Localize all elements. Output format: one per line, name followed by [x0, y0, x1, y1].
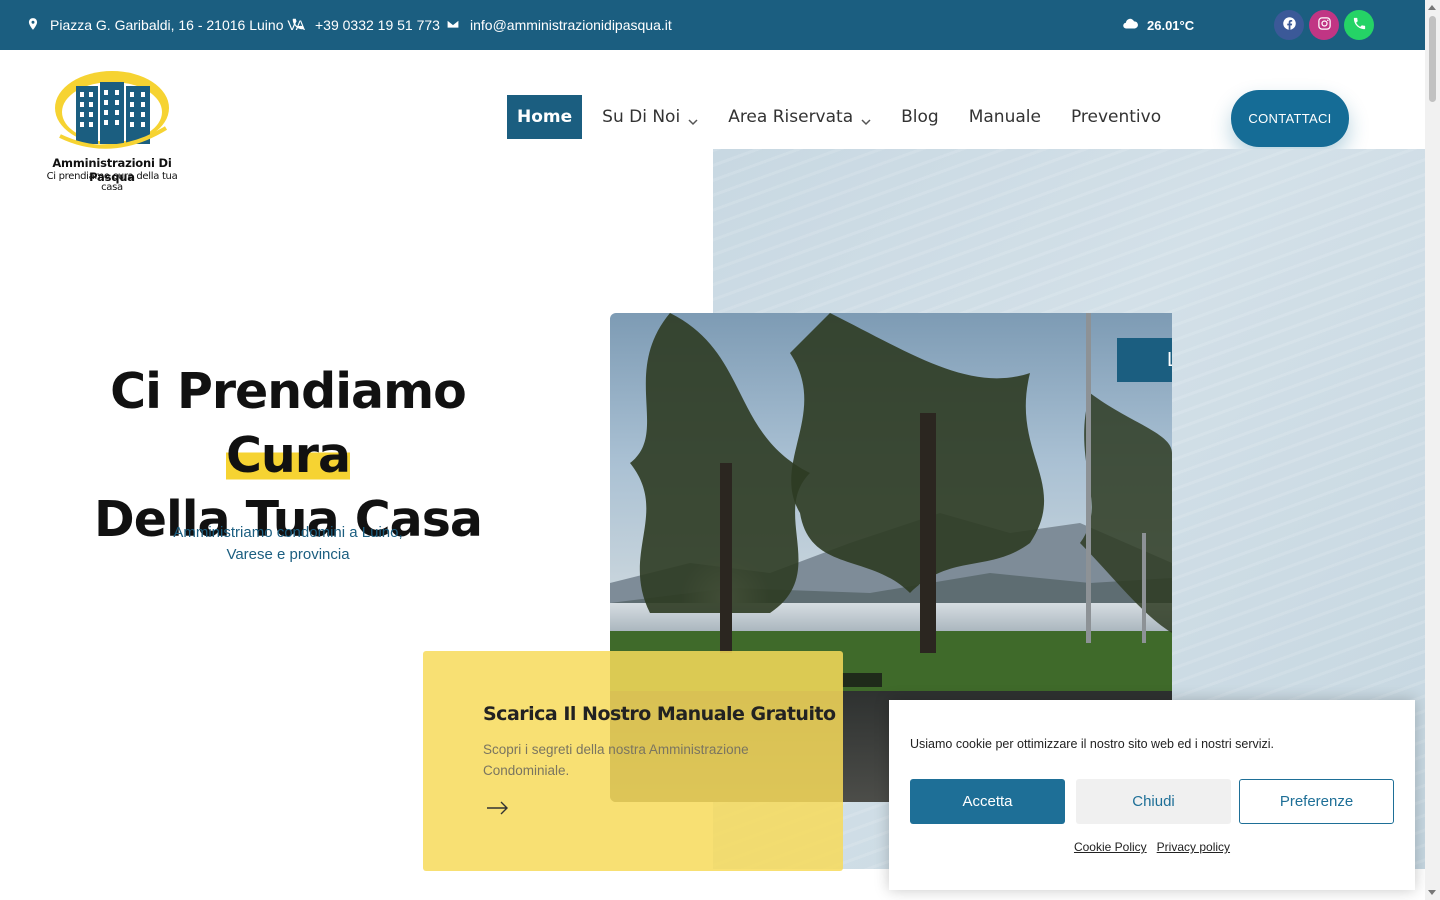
- cookie-message: Usiamo cookie per ottimizzare il nostro …: [910, 737, 1275, 751]
- manual-card-title: Scarica Il Nostro Manuale Gratuito: [483, 703, 836, 725]
- instagram-button[interactable]: [1309, 10, 1339, 40]
- site-logo[interactable]: Amministrazioni Di Pasqua Ci prendiamo c…: [40, 66, 184, 193]
- logo-tagline: Ci prendiamo cura della tua casa: [46, 171, 178, 193]
- nav-label: Su Di Noi: [602, 107, 681, 127]
- slider-tab-label: L: [1167, 349, 1172, 372]
- email-text: info@amministrazionidipasqua.it: [470, 17, 672, 33]
- nav-item-home[interactable]: Home: [507, 95, 583, 139]
- nav-item-su-di-noi[interactable]: Su Di Noi: [592, 95, 708, 139]
- phone-text: +39 0332 19 51 773: [315, 17, 440, 33]
- manual-card[interactable]: Scarica Il Nostro Manuale Gratuito Scopr…: [423, 651, 843, 871]
- scroll-up-arrow-icon[interactable]: [1428, 5, 1436, 10]
- nav-item-preventivo[interactable]: Preventivo: [1061, 95, 1171, 139]
- nav-label: Blog: [901, 107, 939, 127]
- facebook-icon: [1282, 16, 1297, 34]
- address-text: Piazza G. Garibaldi, 16 - 21016 Luino VA: [50, 17, 306, 33]
- cookie-banner: Usiamo cookie per ottimizzare il nostro …: [889, 700, 1415, 890]
- hero-subtitle: Amministriamo condomini a Luino, Varese …: [173, 524, 403, 563]
- chevron-down-icon: [688, 112, 698, 126]
- facebook-button[interactable]: [1274, 10, 1304, 40]
- scrollbar-thumb[interactable]: [1429, 16, 1436, 102]
- main-nav: Home Su Di Noi Area Riservata Blog Manua…: [507, 95, 1181, 139]
- top-bar: Piazza G. Garibaldi, 16 - 21016 Luino VA…: [0, 0, 1440, 50]
- nav-label: Home: [517, 107, 573, 127]
- email-link[interactable]: info@amministrazionidipasqua.it: [446, 0, 672, 50]
- chevron-down-icon: [861, 112, 871, 126]
- address-info: Piazza G. Garibaldi, 16 - 21016 Luino VA: [26, 0, 305, 50]
- phone-icon: [1352, 16, 1367, 34]
- nav-label: Area Riservata: [728, 107, 854, 127]
- envelope-icon: [446, 17, 460, 34]
- cloud-icon: [1122, 15, 1139, 35]
- phone-link[interactable]: +39 0332 19 51 773: [291, 0, 440, 50]
- nav-item-blog[interactable]: Blog: [891, 95, 949, 139]
- accept-cookies-button[interactable]: Accetta: [910, 779, 1065, 824]
- cookie-policy-link[interactable]: Cookie Policy: [1074, 840, 1147, 854]
- whatsapp-button[interactable]: [1344, 10, 1374, 40]
- nav-label: Preventivo: [1070, 107, 1162, 127]
- arrow-right-icon[interactable]: [487, 801, 509, 815]
- contact-button[interactable]: CONTATTACI: [1231, 90, 1349, 147]
- scroll-down-arrow-icon[interactable]: [1428, 890, 1436, 895]
- hero-title-highlight: Cura: [225, 427, 351, 484]
- page-scrollbar[interactable]: [1425, 0, 1440, 900]
- instagram-icon: [1317, 16, 1332, 34]
- manual-card-text: Scopri i segreti della nostra Amministra…: [483, 742, 749, 778]
- hero-title-part1: Ci Prendiamo: [110, 363, 467, 420]
- slider-tab[interactable]: L: [1117, 338, 1172, 382]
- phone-icon: [291, 17, 305, 34]
- close-cookies-button[interactable]: Chiudi: [1076, 779, 1231, 824]
- cookie-preferences-button[interactable]: Preferenze: [1239, 779, 1394, 824]
- map-pin-icon: [26, 17, 40, 34]
- weather-widget: 26.01°C: [1122, 0, 1194, 50]
- nav-item-manuale[interactable]: Manuale: [959, 95, 1051, 139]
- nav-item-area-riservata[interactable]: Area Riservata: [718, 95, 881, 139]
- temperature-text: 26.01°C: [1147, 17, 1195, 33]
- cookie-links: Cookie Policy Privacy policy: [889, 840, 1415, 854]
- privacy-policy-link[interactable]: Privacy policy: [1157, 840, 1230, 854]
- nav-label: Manuale: [968, 107, 1041, 127]
- logo-buildings-icon: [55, 71, 169, 149]
